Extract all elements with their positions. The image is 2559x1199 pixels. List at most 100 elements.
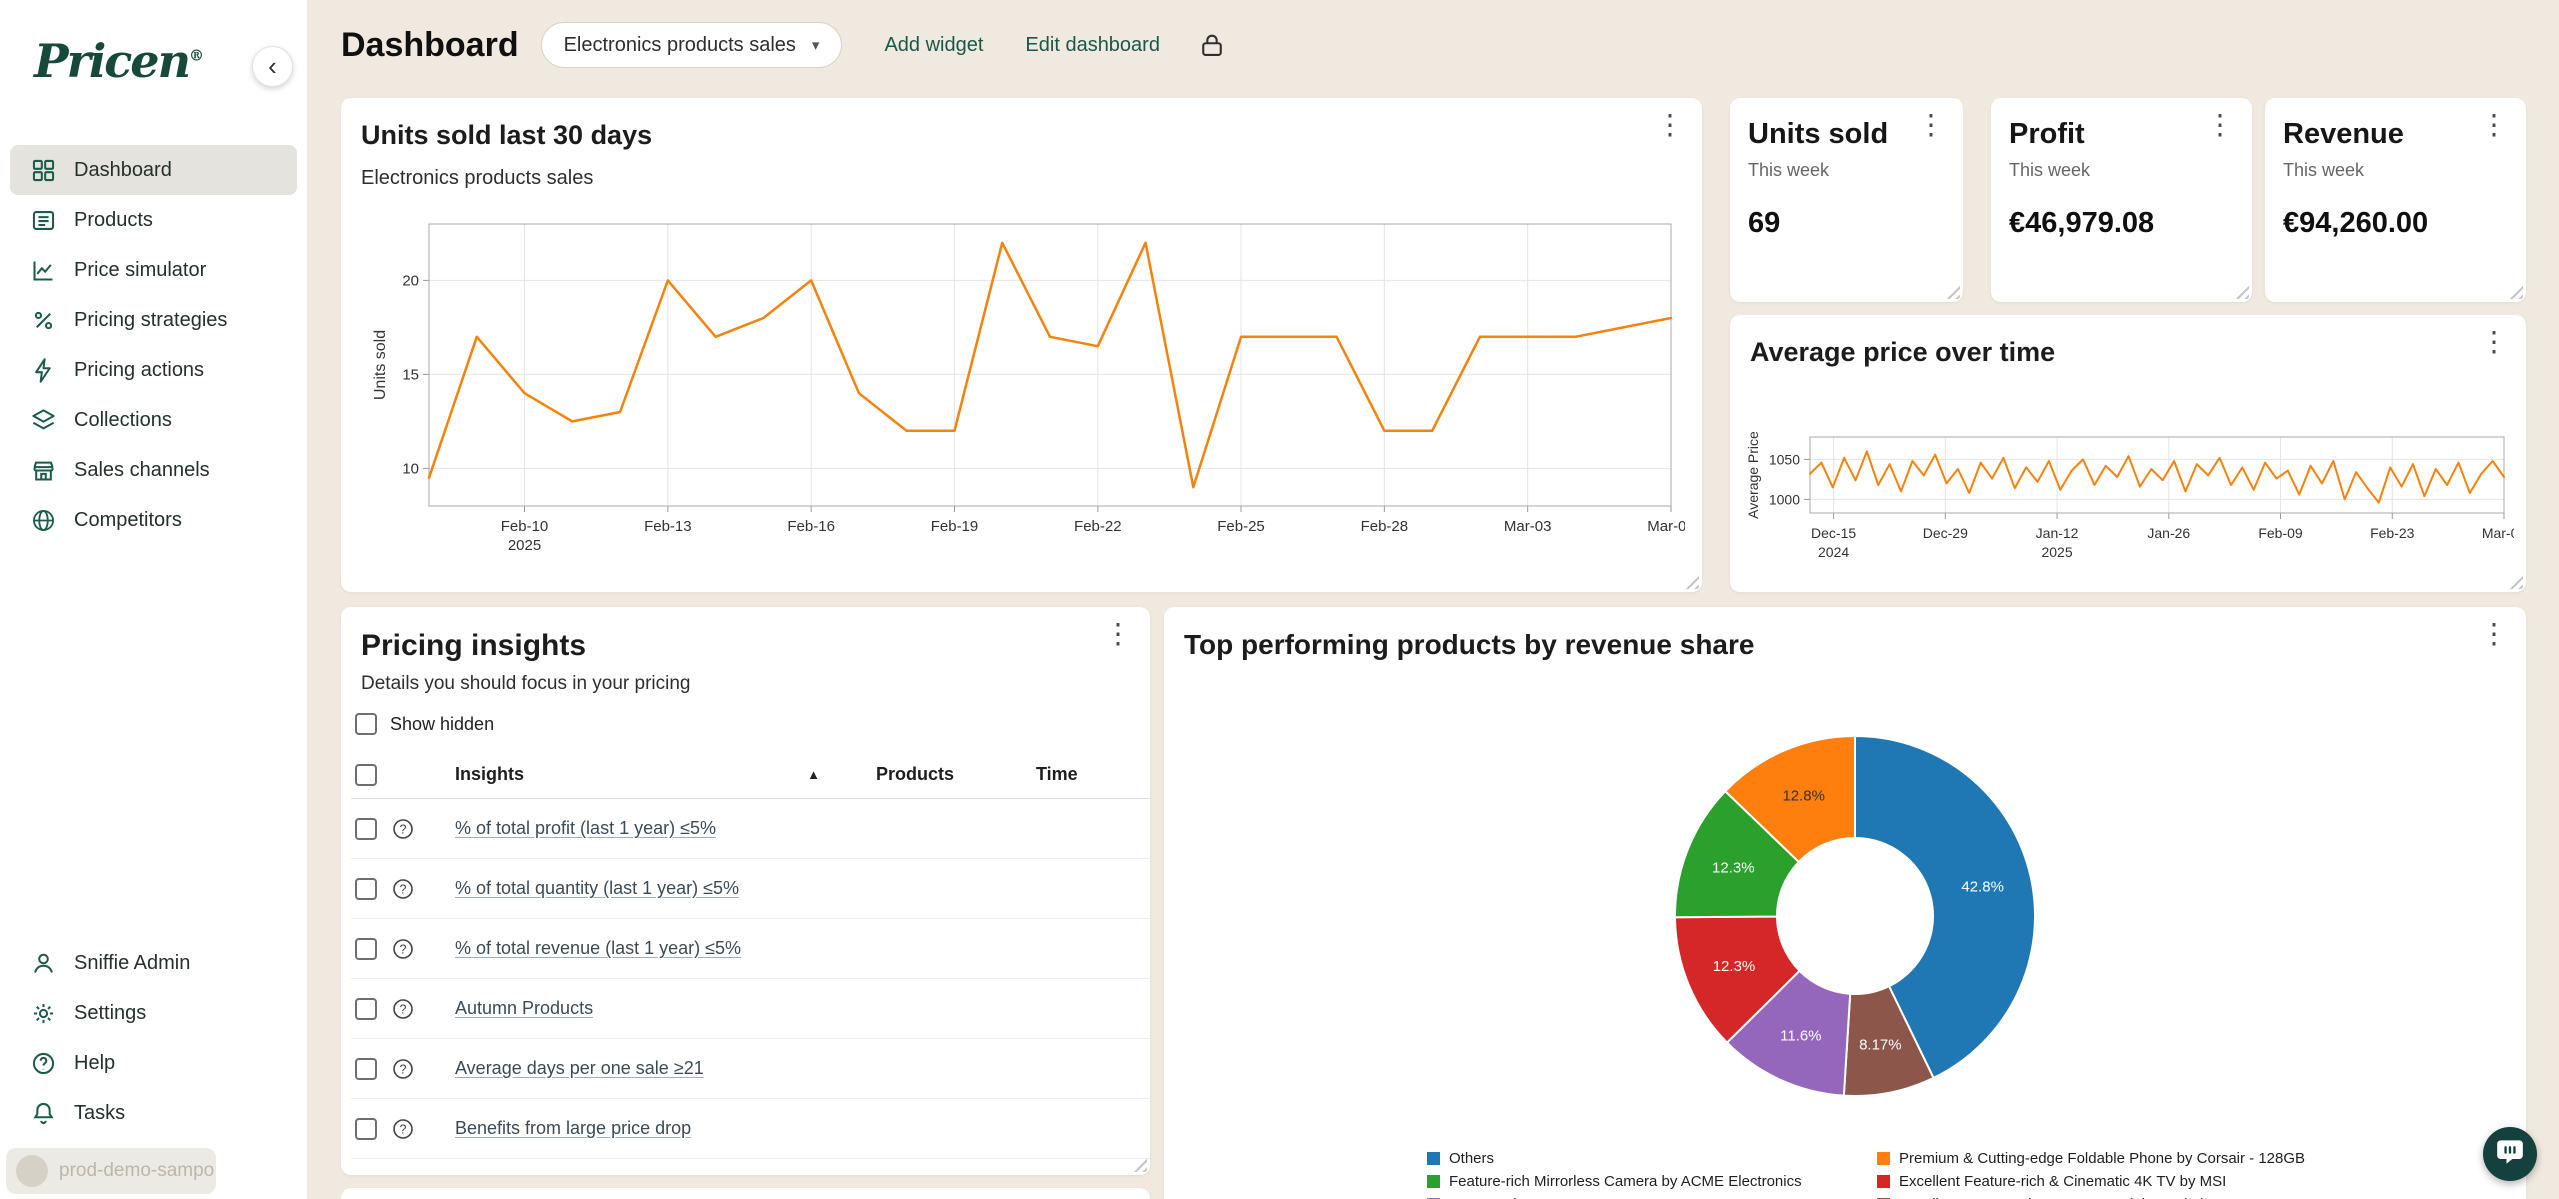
svg-text:?: ? bbox=[400, 942, 407, 956]
environment-label: prod-demo-sampo bbox=[59, 1160, 214, 1182]
widget-top-products: Top performing products by revenue share… bbox=[1164, 607, 2526, 1199]
chevron-down-icon: ▾ bbox=[812, 36, 820, 54]
stat-value: €46,979.08 bbox=[2009, 207, 2234, 240]
sidebar-item-sniffie-admin[interactable]: Sniffie Admin bbox=[10, 938, 297, 988]
legend-item[interactable]: Sony Modern LED TV bbox=[1427, 1193, 1802, 1199]
help-icon[interactable]: ? bbox=[391, 997, 415, 1021]
row-checkbox[interactable] bbox=[355, 998, 377, 1020]
sidebar-item-help[interactable]: Help bbox=[10, 1038, 297, 1088]
insight-link[interactable]: % of total profit (last 1 year) ≤5% bbox=[455, 818, 716, 838]
resize-handle-icon[interactable] bbox=[2508, 284, 2523, 299]
sidebar-footer-nav: Sniffie Admin Settings HelpTasks bbox=[0, 938, 307, 1138]
svg-text:Dec-29: Dec-29 bbox=[1923, 525, 1968, 541]
competitors-icon bbox=[30, 507, 57, 534]
insight-link[interactable]: % of total quantity (last 1 year) ≤5% bbox=[455, 878, 739, 898]
row-checkbox[interactable] bbox=[355, 938, 377, 960]
donut-legend-column-2: Premium & Cutting-edge Foldable Phone by… bbox=[1877, 1147, 2305, 1199]
insight-row: ? % of total revenue (last 1 year) ≤5% bbox=[351, 919, 1150, 979]
legend-swatch bbox=[1877, 1175, 1890, 1188]
resize-handle-icon[interactable] bbox=[1945, 284, 1960, 299]
insight-row: ? Autumn Products bbox=[351, 979, 1150, 1039]
svg-text:Feb-19: Feb-19 bbox=[931, 518, 979, 535]
help-icon[interactable]: ? bbox=[391, 817, 415, 841]
insight-link[interactable]: % of total revenue (last 1 year) ≤5% bbox=[455, 938, 741, 958]
stat-title: Profit bbox=[2009, 118, 2234, 151]
kebab-menu-icon[interactable]: ⋮ bbox=[2480, 327, 2508, 358]
sort-ascending-icon[interactable]: ▲ bbox=[807, 767, 820, 782]
show-hidden-label: Show hidden bbox=[390, 714, 494, 735]
resize-handle-icon[interactable] bbox=[2234, 284, 2249, 299]
widget-title: Pricing insights bbox=[361, 629, 1126, 663]
sidebar-item-dashboard[interactable]: Dashboard bbox=[10, 145, 297, 195]
insight-link[interactable]: Average days per one sale ≥21 bbox=[455, 1058, 704, 1078]
help-icon[interactable]: ? bbox=[391, 937, 415, 961]
svg-text:20: 20 bbox=[402, 272, 419, 289]
legend-item[interactable]: Excellent & Immersive Samsung High-resol… bbox=[1877, 1193, 2305, 1199]
add-widget-button[interactable]: Add widget bbox=[884, 34, 983, 57]
kebab-menu-icon[interactable]: ⋮ bbox=[1104, 619, 1132, 650]
column-header-time[interactable]: Time bbox=[1036, 764, 1150, 785]
donut-legend-column-1: OthersFeature-rich Mirrorless Camera by … bbox=[1427, 1147, 1802, 1199]
sidebar-item-label: Collections bbox=[74, 409, 172, 432]
sidebar-item-competitors[interactable]: Competitors bbox=[10, 495, 297, 545]
sidebar-item-settings[interactable]: Settings bbox=[10, 988, 297, 1038]
kebab-menu-icon[interactable]: ⋮ bbox=[2206, 110, 2234, 141]
kebab-menu-icon[interactable]: ⋮ bbox=[2480, 110, 2508, 141]
sidebar-item-sales-channels[interactable]: Sales channels bbox=[10, 445, 297, 495]
row-checkbox[interactable] bbox=[355, 878, 377, 900]
stat-period: This week bbox=[2009, 160, 2234, 181]
sidebar-item-label: Pricing actions bbox=[74, 359, 204, 382]
dashboard-selector[interactable]: Electronics products sales ▾ bbox=[541, 22, 843, 68]
sidebar-collapse-button[interactable]: ‹ bbox=[252, 46, 293, 87]
insight-link[interactable]: Benefits from large price drop bbox=[455, 1118, 691, 1138]
row-checkbox[interactable] bbox=[355, 1058, 377, 1080]
show-hidden-checkbox[interactable] bbox=[355, 713, 377, 735]
kebab-menu-icon[interactable]: ⋮ bbox=[1656, 110, 1684, 141]
svg-text:15: 15 bbox=[402, 366, 419, 383]
sidebar-item-tasks[interactable]: Tasks bbox=[10, 1088, 297, 1138]
row-checkbox[interactable] bbox=[355, 818, 377, 840]
sidebar: Pricen® DashboardProductsPrice simulator… bbox=[0, 0, 307, 1199]
svg-text:Average Price: Average Price bbox=[1745, 431, 1761, 519]
sidebar-item-pricing-actions[interactable]: Pricing actions bbox=[10, 345, 297, 395]
stat-period: This week bbox=[1748, 160, 1945, 181]
products-icon bbox=[30, 207, 57, 234]
resize-handle-icon[interactable] bbox=[1684, 574, 1699, 589]
help-icon[interactable]: ? bbox=[391, 877, 415, 901]
sidebar-item-label: Settings bbox=[74, 1002, 146, 1025]
help-icon[interactable]: ? bbox=[391, 1057, 415, 1081]
row-checkbox[interactable] bbox=[355, 1118, 377, 1140]
insights-table: Insights ▲ Products Time ? % of total pro… bbox=[351, 751, 1150, 1159]
legend-item[interactable]: Excellent Feature-rich & Cinematic 4K TV… bbox=[1877, 1170, 2305, 1193]
registered-mark: ® bbox=[189, 47, 204, 65]
edit-dashboard-button[interactable]: Edit dashboard bbox=[1025, 34, 1160, 57]
sidebar-nav: DashboardProductsPrice simulatorPricing … bbox=[0, 145, 307, 545]
logo-text: Pricen bbox=[34, 34, 189, 88]
help-icon[interactable]: ? bbox=[391, 1117, 415, 1141]
page-title: Dashboard bbox=[341, 26, 519, 65]
sidebar-item-pricing-strategies[interactable]: Pricing strategies bbox=[10, 295, 297, 345]
show-hidden-control: Show hidden bbox=[355, 713, 1150, 735]
column-header-products[interactable]: Products bbox=[876, 764, 1036, 785]
sidebar-item-price-simulator[interactable]: Price simulator bbox=[10, 245, 297, 295]
legend-item[interactable]: Others bbox=[1427, 1147, 1802, 1170]
tasks-icon bbox=[30, 1100, 57, 1127]
sidebar-item-collections[interactable]: Collections bbox=[10, 395, 297, 445]
settings-icon bbox=[30, 1000, 57, 1027]
legend-item[interactable]: Feature-rich Mirrorless Camera by ACME E… bbox=[1427, 1170, 1802, 1193]
select-all-checkbox[interactable] bbox=[355, 764, 377, 786]
legend-label: Premium & Cutting-edge Foldable Phone by… bbox=[1899, 1150, 2305, 1167]
stat-value: €94,260.00 bbox=[2283, 207, 2508, 240]
sidebar-item-products[interactable]: Products bbox=[10, 195, 297, 245]
legend-item[interactable]: Premium & Cutting-edge Foldable Phone by… bbox=[1877, 1147, 2305, 1170]
legend-label: Excellent Feature-rich & Cinematic 4K TV… bbox=[1899, 1173, 2226, 1190]
column-header-insights[interactable]: Insights bbox=[455, 764, 524, 785]
insight-link[interactable]: Autumn Products bbox=[455, 998, 593, 1018]
lock-icon[interactable] bbox=[1198, 31, 1226, 59]
legend-swatch bbox=[1427, 1175, 1440, 1188]
chat-launcher-button[interactable] bbox=[2483, 1127, 2537, 1181]
resize-handle-icon[interactable] bbox=[1132, 1157, 1147, 1172]
svg-text:Feb-25: Feb-25 bbox=[1217, 518, 1265, 535]
widget-subtitle: Electronics products sales bbox=[361, 167, 1678, 190]
kebab-menu-icon[interactable]: ⋮ bbox=[1917, 110, 1945, 141]
